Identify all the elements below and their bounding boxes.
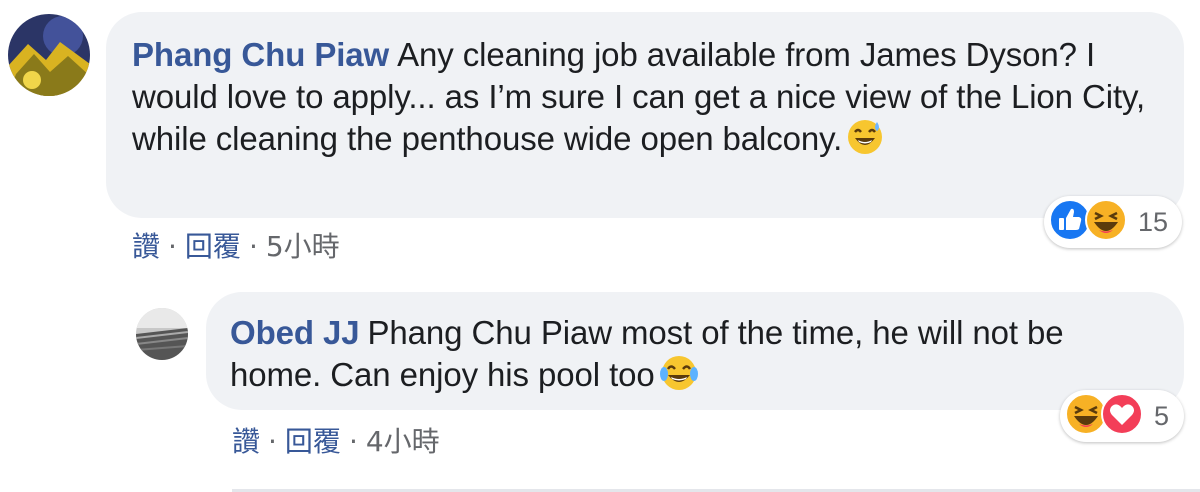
reaction-count: 5 <box>1154 400 1170 431</box>
haha-icon <box>1084 198 1128 247</box>
tears-of-joy-emoji <box>659 354 699 402</box>
separator: · <box>348 425 358 458</box>
reactions-summary-2[interactable]: 5 <box>1060 390 1184 442</box>
separator: · <box>248 230 258 263</box>
comment-author[interactable]: Phang Chu Piaw <box>132 36 389 73</box>
like-link[interactable]: 讚 <box>132 230 160 263</box>
timestamp[interactable]: 5小時 <box>266 230 340 263</box>
comment-bubble-1: Phang Chu Piaw Any cleaning job available… <box>106 12 1184 218</box>
reaction-count: 15 <box>1138 206 1169 237</box>
avatar-phang-chu-piaw[interactable] <box>8 14 90 96</box>
reply-link[interactable]: 回覆 <box>185 230 241 263</box>
reply-link[interactable]: 回覆 <box>285 425 341 458</box>
separator: · <box>168 230 177 263</box>
love-icon <box>1100 392 1144 441</box>
comment-bubble-2: Obed JJ Phang Chu Piaw most of the time, … <box>206 292 1184 410</box>
sweat-smile-emoji <box>846 118 884 166</box>
timestamp[interactable]: 4小時 <box>366 425 440 458</box>
comment-author[interactable]: Obed JJ <box>230 314 360 351</box>
avatar-obed-jj[interactable] <box>136 308 188 360</box>
reactions-summary-1[interactable]: 15 <box>1044 196 1182 248</box>
comment-actions-2: 讚 · 回覆 · 4小時 <box>232 420 440 460</box>
comment-actions-1: 讚 · 回覆 · 5小時 <box>132 225 340 265</box>
like-link[interactable]: 讚 <box>232 425 260 458</box>
separator: · <box>268 425 277 458</box>
